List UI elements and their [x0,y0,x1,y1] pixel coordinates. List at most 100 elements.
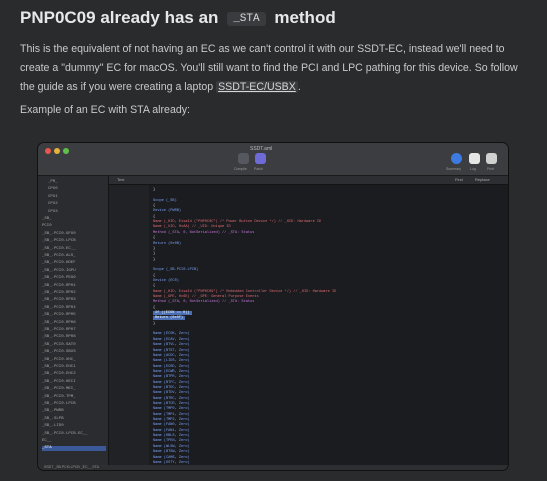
sidebar-tree-item[interactable]: _SB_.PCI0.EC__ [42,247,106,252]
status-text: SSDT _SB.PCI0.LPCB _EC_ _STA [44,465,99,469]
code-line: Name (_UID, 0xAA) // _UID: Unique ID [153,225,231,230]
code-line: Name (BTRC, Zero) [153,396,190,401]
sidebar-tree-item[interactable]: _SB_.PCI0.ALS_ [42,254,106,259]
sidebar-tree-item[interactable]: _SB_ [42,217,106,222]
code-line: { [153,284,156,289]
sidebar-tree-item[interactable]: _SB_.PCI0.RP02 [42,291,106,296]
sidebar-tree-item[interactable]: _SB_.PCI0.RP05 [42,313,106,318]
code-line: Name (ECOK, Zero) [153,332,190,337]
sidebar-tree-item[interactable]: _SB_.PCI0.GFX0 [42,232,106,237]
log-icon [469,153,480,164]
code-line: Name (TMP1, Zero) [153,412,190,417]
sidebar-tree-item[interactable]: _SB_.PCI0.LPCB [42,239,106,244]
code-line: Device (PWRB) [153,209,182,214]
code-line: Name (BTSW, Zero) [153,450,190,455]
close-icon [45,148,51,154]
sidebar-tree-item[interactable]: PCI0 [42,224,106,229]
code-line: Name (BTPR, Zero) [153,375,190,380]
sidebar-tree-item[interactable]: _SB_.PCI0.EHC1 [42,365,106,370]
sidebar-tree-item[interactable]: _SB_.PCI0.LPCB [42,402,106,407]
sidebar-tree-item[interactable]: _SB_.PWRB [42,409,106,414]
window-titlebar: SSDT.aml Compile Patch Summary Log Print [38,143,508,176]
sidebar-tree-item[interactable]: _SB_.PCI0.XHC_ [42,358,106,363]
code-line: { [153,305,156,310]
sidebar-tree-item[interactable]: CPU3 [48,210,112,215]
editor-tab: Text [117,177,125,182]
toolbar-label-compile: Compile [234,167,247,171]
sidebar-tree-item[interactable]: CPU0 [48,187,112,192]
code-line: Scope (_SB) [153,198,177,203]
code-line: Name (BTFC, Zero) [153,380,190,385]
heading-code: _STA [227,12,266,26]
sidebar-tree-item[interactable]: EC__ [42,439,106,444]
ssdt-ec-usbx-link[interactable]: SSDT-EC/USBX [216,81,298,93]
heading-suffix: method [274,8,336,27]
code-line: Name (_HID, EisaId ("PNP0C09") /* Embedd… [153,289,337,294]
code-line: Name (FAN1, Zero) [153,428,190,433]
compile-icon [238,153,249,164]
heading-prefix: PNP0C09 already has an [20,8,219,27]
code-line: Scope (_SB.PCI0.LPCB) [153,268,199,273]
window-title: SSDT.aml [250,146,273,152]
sidebar-tree-item[interactable]: _SB_.PCI0.RP04 [42,306,106,311]
sidebar-tree-item[interactable]: _SB_.PCI0.RP08 [42,335,106,340]
sidebar-tree-item[interactable]: _SB_.PCI0.SBUS [42,350,106,355]
sidebar-tree-item[interactable]: _STA [42,446,106,452]
page: PNP0C09 already has an _STA method This … [0,0,547,481]
code-line: Name (ECRD, Zero) [153,364,190,369]
code-line: Name (CAMS, Zero) [153,455,190,460]
code-line: { [153,273,156,278]
section-heading: PNP0C09 already has an _STA method [20,8,336,28]
replace-label: Replace [475,177,490,182]
sidebar-tree-item[interactable]: CPU1 [48,195,112,200]
paragraph-end: . [297,81,301,93]
sidebar-tree-item[interactable]: _SB_.PCI0.PEG0 [42,276,106,281]
code-line: Method (_STA, 0, NotSerialized) // _STA:… [153,230,255,235]
sidebar-tree-item[interactable]: CPU2 [48,202,112,207]
sidebar-tree-item[interactable]: _SB_.PCI0.RP07 [42,328,106,333]
sidebar-tree-item[interactable]: _SB_.PCI0.TPM_ [42,395,106,400]
sidebar-tree-item[interactable]: _SB_.PCI0.HECI [42,380,106,385]
print-icon [486,153,497,164]
sidebar-tree-item[interactable]: _SB_.PCI0.MEI_ [42,387,106,392]
sidebar-tree-item[interactable]: _SB_.PCI0.SAT0 [42,343,106,348]
code-line: { [153,214,156,219]
code-line: Name (BTVL, Zero) [153,343,190,348]
sidebar-tree-item[interactable]: _SB_.PCI0.RP03 [42,298,106,303]
code-line: { [153,236,156,241]
code-line: Return (0x0B) [153,241,182,246]
toolbar-label-patch: Patch [254,167,263,171]
sidebar-tree-item[interactable]: _SB_.LID0 [42,424,106,429]
toolbar-label-summary: Summary [446,167,461,171]
code-line: } [153,257,156,262]
patch-icon [255,153,266,164]
sidebar-tree-item[interactable]: _SB_.PCI0.RP06 [42,321,106,326]
summary-icon [451,153,462,164]
code-line: Name (BTDV, Zero) [153,391,190,396]
sidebar-tree-item[interactable]: _SB_.PCI0.RP01 [42,284,106,289]
toolbar-label-print: Print [487,167,495,171]
find-label: Find [455,177,463,182]
code-line: Name (BTST, Zero) [153,348,190,353]
line-number-gutter [109,185,149,465]
code-line: Return (0x0F) [153,316,186,321]
body-paragraph: This is the equivalent of not having an … [20,40,530,97]
code-line: Method (_STA, 0, NotSerialized) // _STA:… [153,300,255,305]
code-line: Device (EC0) [153,278,179,283]
zoom-icon [63,148,69,154]
sidebar-tree-item[interactable]: _SB_.SLPB [42,417,106,422]
sidebar-tree-item[interactable]: _SB_.PCI0.HDEF [42,261,106,266]
sidebar-tree-item[interactable]: _SB_.PCI0.LPCB.EC__ [42,432,106,437]
maciasl-screenshot: SSDT.aml Compile Patch Summary Log Print… [38,143,508,470]
code-line: Name (LIDS, Zero) [153,359,190,364]
sidebar-tree-item[interactable]: _SB_.PCI0.EHC2 [42,372,106,377]
editor-bar: Text Find Replace [109,176,508,185]
code-line: Name (TMP0, Zero) [153,407,190,412]
minimize-icon [54,148,60,154]
code-editor: Text Find Replace } Scope (_SB) { Device… [109,176,508,465]
status-bar: SSDT _SB.PCI0.LPCB _EC_ _STA [38,465,508,470]
example-label: Example of an EC with STA already: [20,104,190,116]
sidebar-tree-item[interactable]: _SB_.PCI0.IGPU [42,269,106,274]
code-line: } [153,252,156,257]
sidebar-tree-item[interactable]: _PR_ [48,180,112,185]
